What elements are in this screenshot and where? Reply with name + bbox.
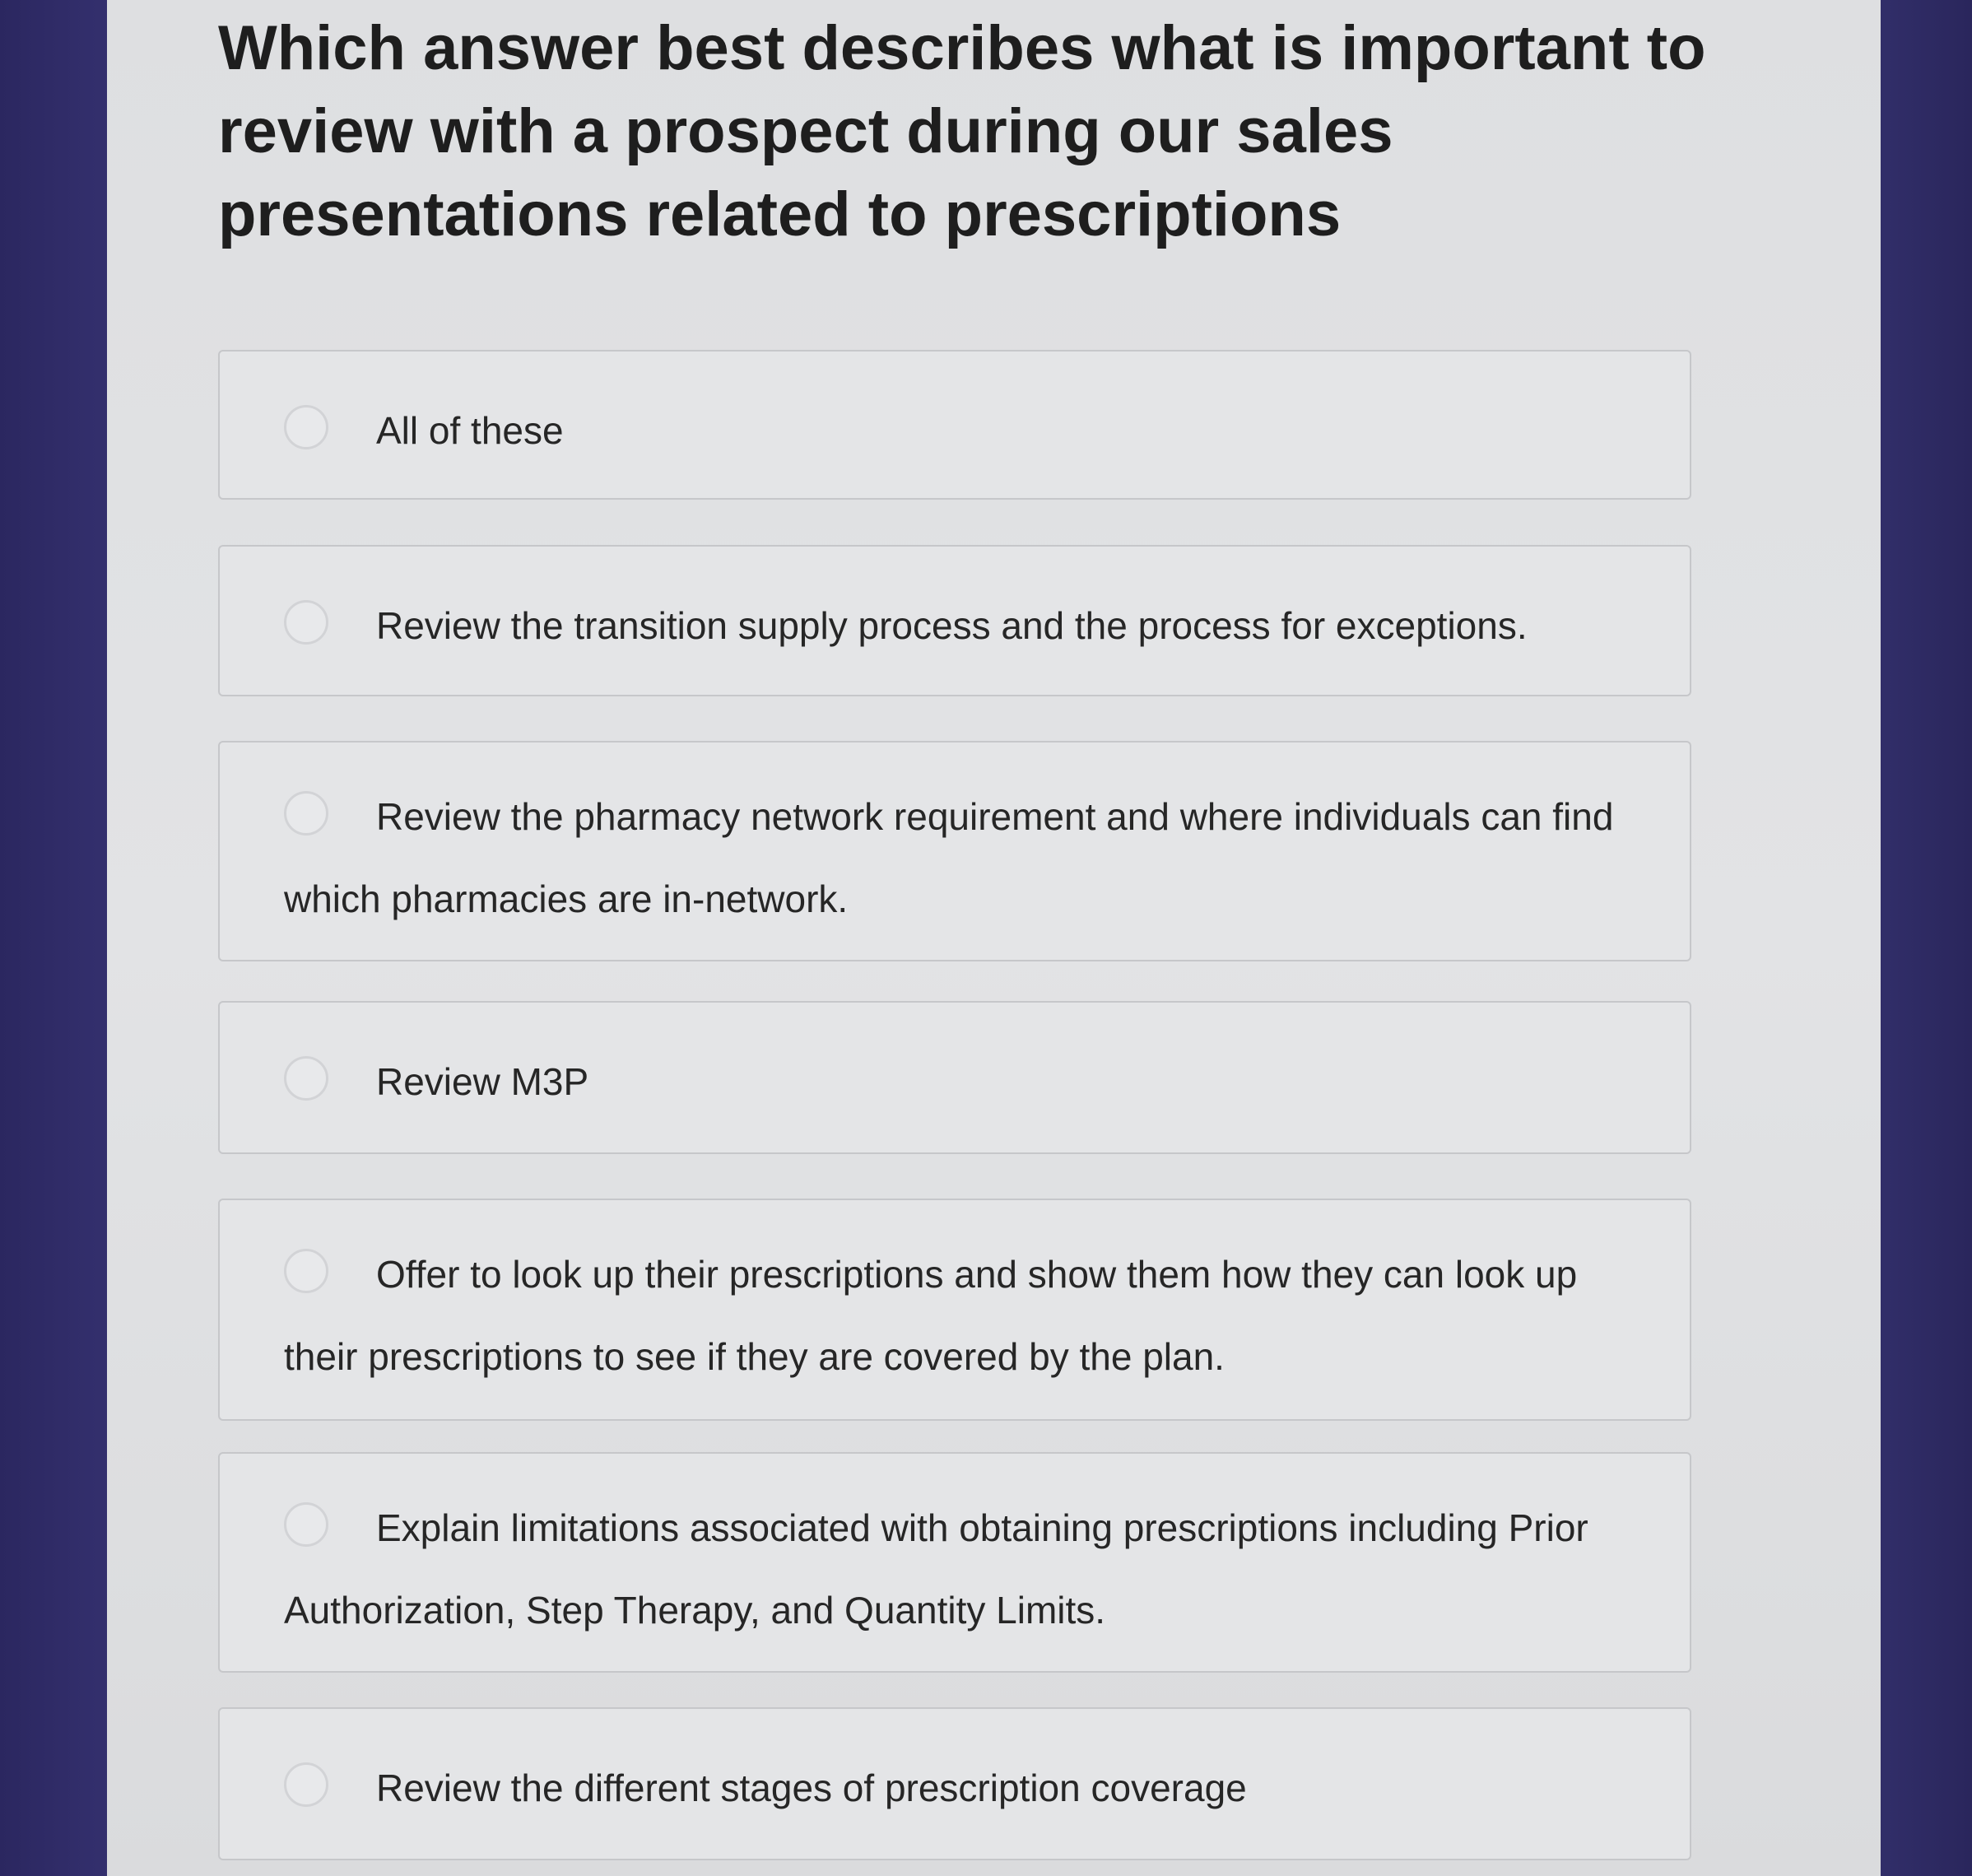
answer-option-label: Explain limitations associated with obta… — [284, 1506, 1588, 1632]
radio-button-icon[interactable] — [284, 1055, 328, 1101]
answer-option[interactable]: Review the different stages of prescript… — [218, 1707, 1691, 1860]
quiz-page: Which answer best describes what is impo… — [107, 0, 1881, 1876]
question-text: Which answer best describes what is impo… — [218, 13, 1706, 249]
answer-option-label: Review M3P — [376, 1059, 589, 1103]
radio-button-icon[interactable] — [284, 790, 328, 836]
answer-option-label: All of these — [376, 408, 564, 452]
answer-option[interactable]: All of these — [218, 350, 1691, 500]
answer-option-label: Review the different stages of prescript… — [376, 1766, 1247, 1809]
answer-option-label: Review the transition supply process and… — [376, 603, 1528, 647]
radio-button-icon[interactable] — [284, 1762, 328, 1807]
screen-bezel-left — [0, 0, 111, 1876]
radio-button-icon[interactable] — [284, 599, 328, 645]
radio-button-icon[interactable] — [284, 404, 328, 449]
answer-option-label: Review the pharmacy network requirement … — [284, 794, 1614, 920]
answer-option[interactable]: Review M3P — [218, 1001, 1691, 1154]
answer-option[interactable]: Explain limitations associated with obta… — [218, 1452, 1691, 1673]
radio-button-icon[interactable] — [284, 1248, 328, 1293]
radio-button-icon[interactable] — [284, 1501, 328, 1547]
answer-option[interactable]: Review the pharmacy network requirement … — [218, 741, 1691, 961]
answer-option-label: Offer to look up their prescriptions and… — [284, 1252, 1578, 1378]
answer-option[interactable]: Review the transition supply process and… — [218, 545, 1691, 696]
answer-option[interactable]: Offer to look up their prescriptions and… — [218, 1199, 1691, 1421]
